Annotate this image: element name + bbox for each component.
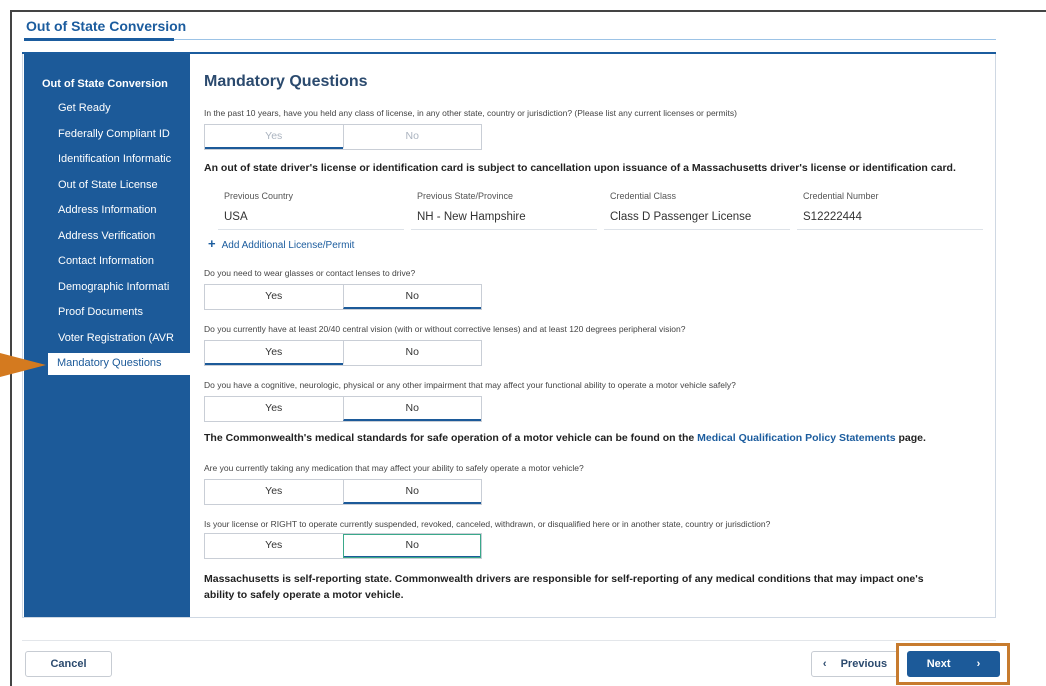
vision-toggle: Yes No xyxy=(204,340,482,366)
sidebar-item-demographic-information[interactable]: Demographic Informati xyxy=(58,281,188,293)
medical-policy-link[interactable]: Medical Qualification Policy Statements xyxy=(697,432,895,444)
title-underline xyxy=(24,38,174,41)
sidebar-item-get-ready[interactable]: Get Ready xyxy=(58,102,188,114)
question-vision: Do you currently have at least 20/40 cen… xyxy=(204,324,686,334)
cancellation-note: An out of state driver's license or iden… xyxy=(204,162,956,174)
previous-label: Previous xyxy=(840,658,888,670)
suspension-no-button[interactable]: No xyxy=(342,534,481,558)
chevron-left-icon: ‹ xyxy=(822,658,827,670)
question-medication: Are you currently taking any medication … xyxy=(204,463,584,473)
cell-credential-number: S12222444 xyxy=(803,211,862,223)
vision-yes-button[interactable]: Yes xyxy=(205,341,343,365)
sidebar-heading: Out of State Conversion xyxy=(42,78,168,90)
medication-yes-button[interactable]: Yes xyxy=(205,480,343,504)
question-impairment: Do you have a cognitive, neurologic, phy… xyxy=(204,380,736,390)
cell-underline xyxy=(411,229,597,230)
suspension-toggle: Yes No xyxy=(204,533,482,559)
glasses-yes-button[interactable]: Yes xyxy=(205,285,343,309)
sidebar-item-address-verification[interactable]: Address Verification xyxy=(58,230,188,242)
medication-no-button[interactable]: No xyxy=(342,480,481,504)
cancel-button[interactable]: Cancel xyxy=(25,651,112,677)
cell-previous-state: NH - New Hampshire xyxy=(417,211,526,223)
suspension-yes-button[interactable]: Yes xyxy=(205,534,343,558)
question-suspension: Is your license or RIGHT to operate curr… xyxy=(204,519,771,529)
prior-license-no: No xyxy=(342,125,482,149)
sidebar-item-mandatory-questions[interactable]: Mandatory Questions xyxy=(48,353,190,375)
prior-license-toggle: Yes No xyxy=(204,124,482,150)
cell-underline xyxy=(797,229,983,230)
section-heading: Mandatory Questions xyxy=(204,73,368,90)
self-report-note-line1: Massachusetts is self-reporting state. C… xyxy=(204,573,924,585)
sidebar-item-contact-information[interactable]: Contact Information xyxy=(58,255,188,267)
question-glasses: Do you need to wear glasses or contact l… xyxy=(204,268,416,278)
previous-button[interactable]: ‹ Previous xyxy=(811,651,899,677)
impairment-no-button[interactable]: No xyxy=(342,397,481,421)
callout-arrow-icon xyxy=(0,353,46,377)
sidebar-item-identification-information[interactable]: Identification Informatic xyxy=(58,153,188,165)
question-prior-license: In the past 10 years, have you held any … xyxy=(204,108,737,118)
title-divider xyxy=(174,39,996,40)
sidebar-item-out-of-state-license[interactable]: Out of State License xyxy=(58,179,188,191)
sidebar-item-voter-registration[interactable]: Voter Registration (AVR xyxy=(58,332,188,344)
header-previous-country: Previous Country xyxy=(224,191,294,201)
sidebar-item-proof-documents[interactable]: Proof Documents xyxy=(58,306,188,318)
sidebar-item-address-information[interactable]: Address Information xyxy=(58,204,188,216)
cell-underline xyxy=(218,229,404,230)
glasses-toggle: Yes No xyxy=(204,284,482,310)
footer-divider xyxy=(22,640,996,641)
header-credential-number: Credential Number xyxy=(803,191,879,201)
plus-icon: + xyxy=(208,236,216,251)
medication-toggle: Yes No xyxy=(204,479,482,505)
impairment-toggle: Yes No xyxy=(204,396,482,422)
sidebar-item-federally-compliant-id[interactable]: Federally Compliant ID xyxy=(58,128,188,140)
prior-license-yes: Yes xyxy=(205,125,343,149)
medical-note-suffix: page. xyxy=(898,432,926,444)
page-title: Out of State Conversion xyxy=(26,18,187,34)
medical-note-prefix: The Commonwealth's medical standards for… xyxy=(204,432,695,444)
impairment-yes-button[interactable]: Yes xyxy=(205,397,343,421)
header-credential-class: Credential Class xyxy=(610,191,677,201)
vision-no-button[interactable]: No xyxy=(342,341,482,365)
cell-credential-class: Class D Passenger License xyxy=(610,211,752,223)
step-sidebar: Out of State Conversion Get Ready Federa… xyxy=(24,54,190,617)
add-license-label: Add Additional License/Permit xyxy=(221,240,355,251)
glasses-no-button[interactable]: No xyxy=(342,285,481,309)
next-button-highlight xyxy=(896,643,1010,685)
medical-standards-note: The Commonwealth's medical standards for… xyxy=(204,432,926,444)
add-license-link[interactable]: + Add Additional License/Permit xyxy=(208,236,354,251)
cell-previous-country: USA xyxy=(224,211,248,223)
cell-underline xyxy=(604,229,790,230)
header-previous-state: Previous State/Province xyxy=(417,191,514,201)
self-report-note-line2: ability to safely operate a motor vehicl… xyxy=(204,589,404,601)
